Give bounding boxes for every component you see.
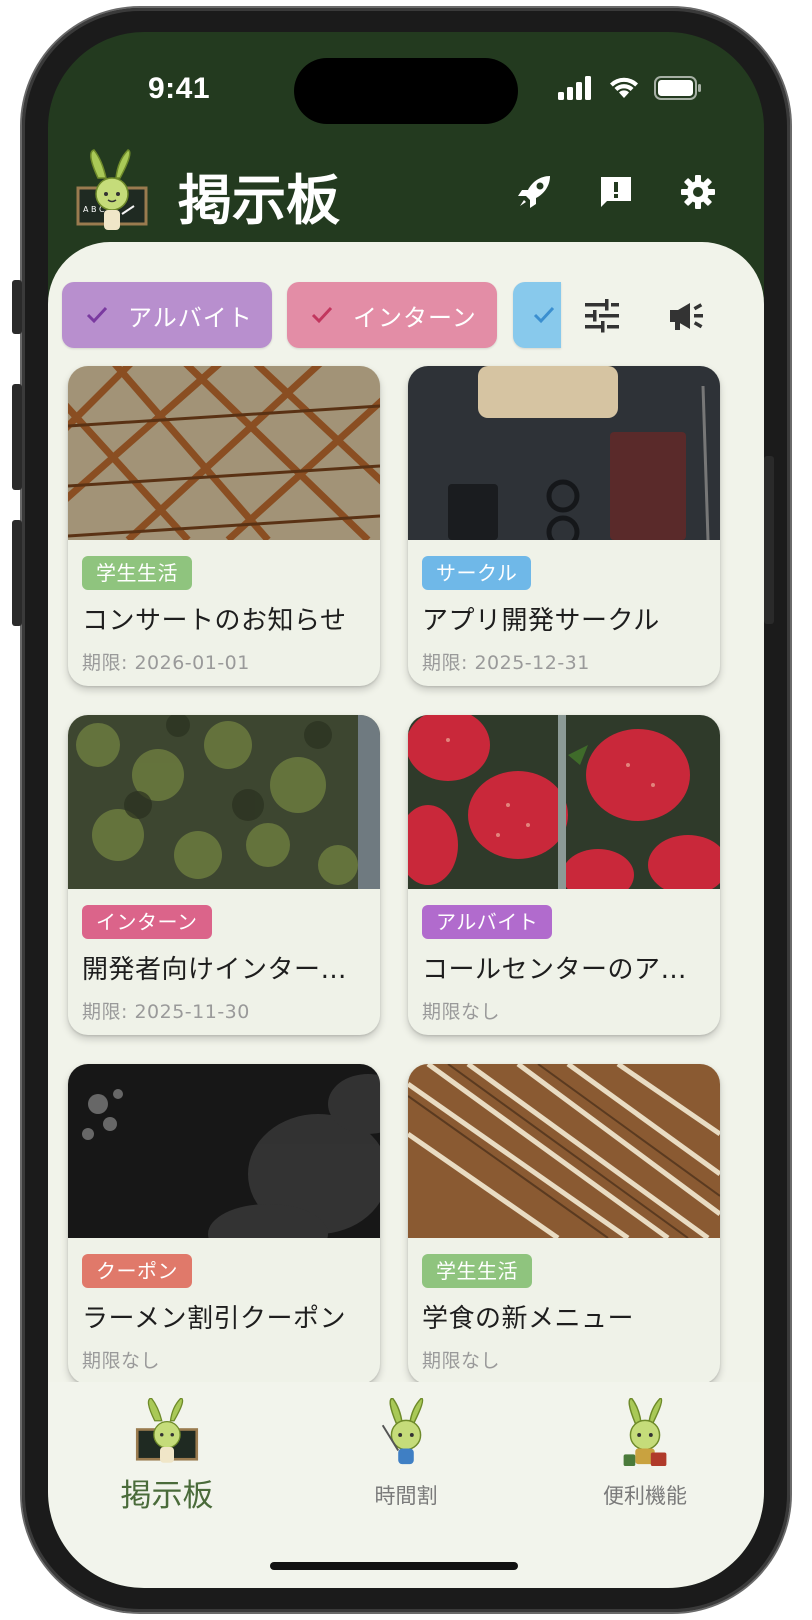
timetable-mascot-icon <box>381 1398 424 1465</box>
bulletin-card[interactable]: クーポン ラーメン割引クーポン 期限なし <box>68 1064 380 1382</box>
category-tag: サークル <box>422 556 532 590</box>
card-title: アプリ開発サークル <box>422 606 660 636</box>
filter-chip-intern[interactable]: インターン <box>287 282 497 348</box>
bulletin-card[interactable]: アルバイト コールセンターのア… 期限なし <box>408 715 720 1035</box>
rocket-icon <box>518 176 550 208</box>
card-image-steel-lattice <box>68 366 380 540</box>
card-image-chopsticks <box>408 1064 720 1238</box>
card-image-mossy-wall <box>68 715 380 889</box>
home-indicator[interactable] <box>270 1562 518 1570</box>
screen: 9:41 A B C 掲示板 アルバイト インターン 学生生活 コンサートのお知… <box>48 32 764 1588</box>
category-tag: 学生生活 <box>422 1254 532 1288</box>
card-deadline: 期限: 2025-12-31 <box>422 652 590 674</box>
card-deadline: 期限: 2026-01-01 <box>82 652 250 674</box>
bulletin-card[interactable]: 学生生活 コンサートのお知らせ 期限: 2026-01-01 <box>68 366 380 686</box>
card-title: コンサートのお知らせ <box>82 606 347 636</box>
bulletin-card[interactable]: インターン 開発者向けインター… 期限: 2025-11-30 <box>68 715 380 1035</box>
rocket-button[interactable] <box>512 170 556 214</box>
nav-tab-bulletin[interactable]: 掲示板 <box>48 1382 286 1542</box>
nav-tab-utilities[interactable]: 便利機能 <box>526 1382 764 1542</box>
filter-chip-row: アルバイト インターン <box>62 282 762 350</box>
category-tag: クーポン <box>82 1254 192 1288</box>
category-tag: 学生生活 <box>82 556 192 590</box>
feedback-icon <box>601 177 631 207</box>
status-icons <box>558 76 702 100</box>
mascot-blackboard-logo: A B C <box>76 149 148 230</box>
feedback-button[interactable] <box>594 170 638 214</box>
announcement-button[interactable] <box>662 292 710 340</box>
tune-icon <box>585 299 619 333</box>
check-icon <box>533 306 555 324</box>
settings-button[interactable] <box>676 170 720 214</box>
bulletin-mascot-icon <box>135 1398 199 1463</box>
battery-icon <box>654 76 701 100</box>
page-title: 掲示板 <box>178 169 340 232</box>
campaign-icon <box>670 303 703 330</box>
card-image-strawberries <box>408 715 720 889</box>
card-deadline: 期限なし <box>422 1350 501 1372</box>
nav-label-utilities: 便利機能 <box>603 1484 687 1508</box>
card-deadline: 期限なし <box>82 1350 161 1372</box>
filter-chip-label: インターン <box>353 303 477 332</box>
filter-chip-arubaito[interactable]: アルバイト <box>62 282 272 348</box>
bulletin-content: アルバイト インターン 学生生活 コンサートのお知らせ 期限: 2026-01-… <box>48 242 764 1382</box>
card-deadline: 期限なし <box>422 1001 501 1023</box>
settings-icon <box>681 175 715 209</box>
nav-label-timetable: 時間割 <box>374 1484 438 1508</box>
card-title: 学食の新メニュー <box>422 1304 635 1334</box>
card-title: ラーメン割引クーポン <box>82 1304 346 1334</box>
filter-chip-label: アルバイト <box>128 303 253 332</box>
filter-settings-button[interactable] <box>578 292 626 340</box>
check-icon <box>86 306 108 324</box>
mute-switch <box>12 280 22 334</box>
power-button <box>764 456 774 624</box>
utilities-mascot-icon <box>623 1398 667 1467</box>
dynamic-island <box>294 58 518 124</box>
bulletin-card[interactable]: サークル アプリ開発サークル 期限: 2025-12-31 <box>408 366 720 686</box>
card-image-dark-rocks <box>68 1064 380 1238</box>
status-time: 9:41 <box>148 72 211 105</box>
nav-tab-timetable[interactable]: 時間割 <box>287 1382 525 1542</box>
nav-label-bulletin: 掲示板 <box>120 1478 214 1514</box>
cellular-signal-icon <box>558 76 591 100</box>
category-tag: インターン <box>82 905 212 939</box>
wifi-icon <box>610 77 638 98</box>
volume-up-button <box>12 384 22 490</box>
card-deadline: 期限: 2025-11-30 <box>82 1001 250 1023</box>
card-image-desk-glasses <box>408 366 720 540</box>
bulletin-card[interactable]: 学生生活 学食の新メニュー 期限なし <box>408 1064 720 1382</box>
bottom-navigation: 掲示板 時間割 便利機能 <box>48 1382 764 1588</box>
card-title: 開発者向けインター… <box>82 955 348 985</box>
category-tag: アルバイト <box>422 905 553 939</box>
filter-chip-circle[interactable] <box>513 282 561 348</box>
check-icon <box>311 306 333 324</box>
volume-down-button <box>12 520 22 626</box>
card-title: コールセンターのア… <box>422 955 688 985</box>
